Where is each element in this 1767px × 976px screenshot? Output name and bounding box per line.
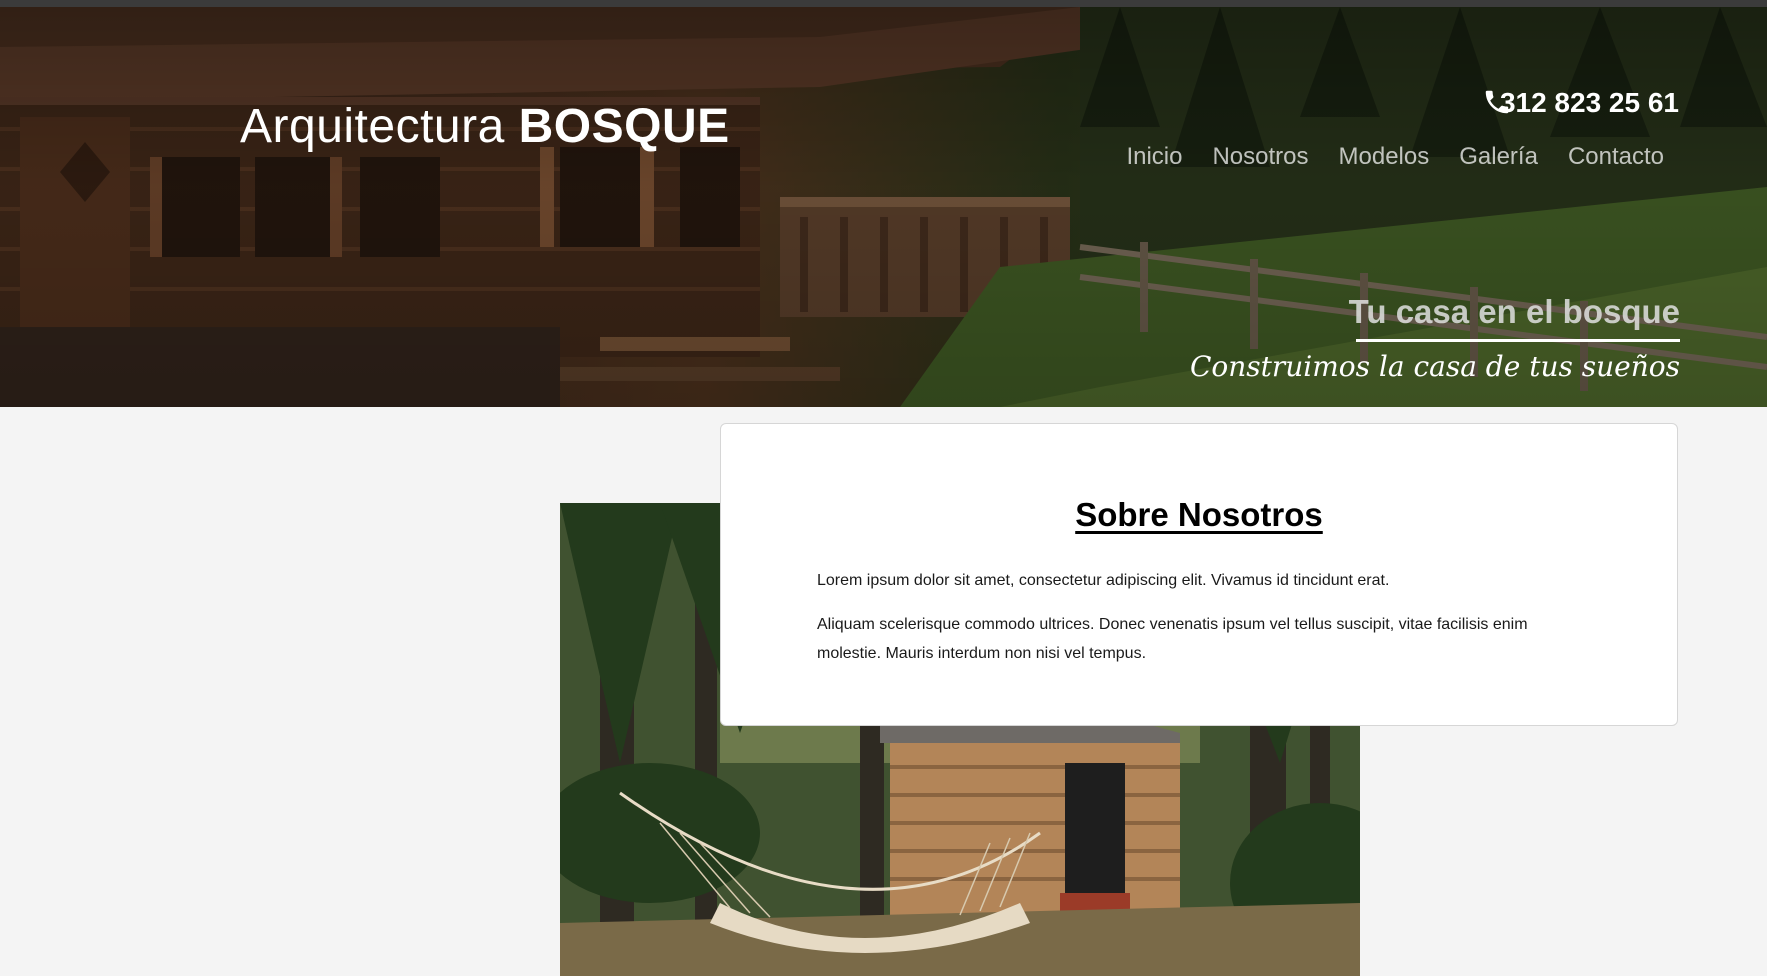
about-card: Sobre Nosotros Lorem ipsum dolor sit ame…	[720, 423, 1678, 726]
hero-title-divider	[1356, 339, 1680, 342]
nav-item-inicio[interactable]: Inicio	[1126, 143, 1182, 171]
about-title: Sobre Nosotros	[1075, 496, 1323, 533]
hero-header: Arquitectura BOSQUE 312 823 25 61 Inicio…	[0, 7, 1767, 407]
nav-item-galeria[interactable]: Galería	[1459, 143, 1538, 171]
hero-tagline: Tu casa en el bosque Construimos la casa…	[1190, 293, 1680, 383]
hero-subtitle: Construimos la casa de tus sueños	[1189, 350, 1680, 383]
about-paragraph-2: Aliquam scelerisque commodo ultrices. Do…	[817, 616, 1528, 662]
brand-name-bold: BOSQUE	[518, 100, 730, 153]
phone-contact[interactable]: 312 823 25 61	[1482, 87, 1679, 119]
phone-number: 312 823 25 61	[1499, 87, 1679, 118]
about-paragraph-1: Lorem ipsum dolor sit amet, consectetur …	[817, 572, 1390, 589]
site-logo[interactable]: Arquitectura BOSQUE	[240, 99, 730, 154]
brand-name-light: Arquitectura	[240, 100, 505, 153]
main-navigation: Inicio Nosotros Modelos Galería Contacto	[1126, 143, 1664, 171]
hero-title: Tu casa en el bosque	[1348, 293, 1680, 330]
nav-item-contacto[interactable]: Contacto	[1568, 143, 1664, 171]
nav-item-nosotros[interactable]: Nosotros	[1212, 143, 1308, 171]
nav-item-modelos[interactable]: Modelos	[1339, 143, 1430, 171]
top-strip	[0, 0, 1767, 7]
